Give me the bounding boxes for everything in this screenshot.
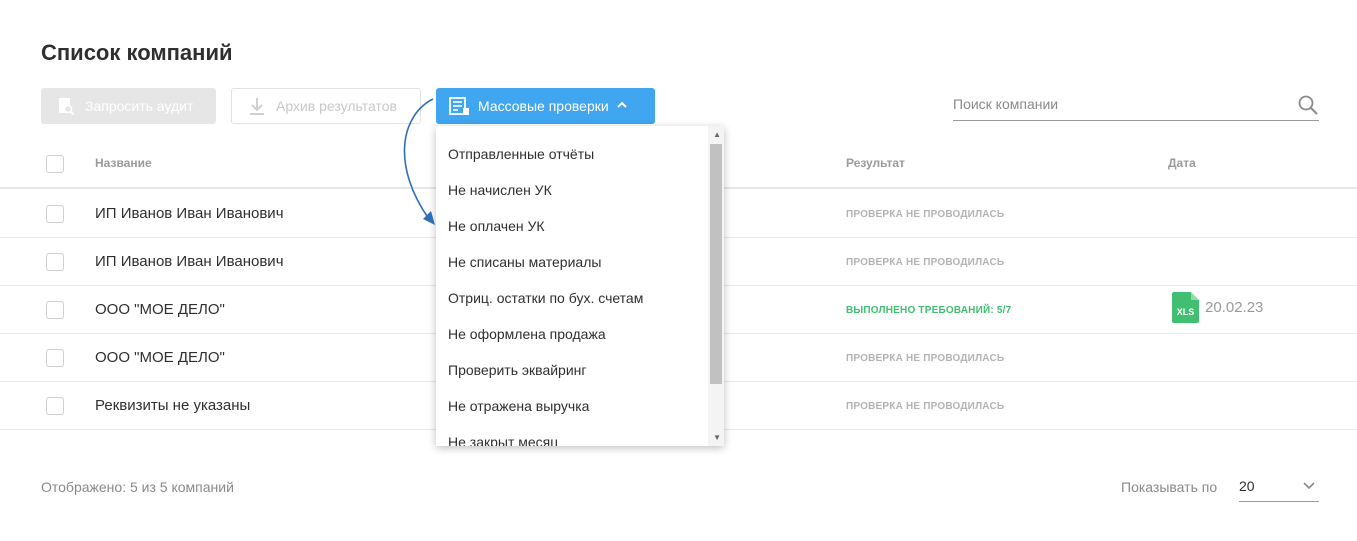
dropdown-item[interactable]: Не закрыт месяц: [448, 434, 558, 446]
scroll-down-icon[interactable]: ▼: [713, 433, 721, 442]
search-input[interactable]: [953, 96, 1283, 112]
result-date: XLS 20.02.23: [1172, 292, 1263, 323]
dropdown-item[interactable]: Не отражена выручка: [448, 398, 589, 414]
request-audit-label: Запросить аудит: [85, 98, 194, 114]
per-page-select[interactable]: 20: [1239, 470, 1319, 502]
download-icon: [246, 95, 268, 117]
request-audit-button[interactable]: Запросить аудит: [41, 88, 216, 124]
row-checkbox[interactable]: [46, 349, 64, 367]
row-checkbox[interactable]: [46, 301, 64, 319]
company-name[interactable]: ООО "МОЕ ДЕЛО": [95, 301, 225, 318]
result-status: ПРОВЕРКА НЕ ПРОВОДИЛАСЬ: [846, 401, 1005, 412]
dropdown-item[interactable]: Не начислен УК: [448, 182, 552, 198]
company-name[interactable]: Реквизиты не указаны: [95, 397, 250, 414]
search-icon[interactable]: [1297, 94, 1319, 116]
dropdown-item[interactable]: Не списаны материалы: [448, 254, 601, 270]
dropdown-item[interactable]: Не оформлена продажа: [448, 326, 606, 342]
result-status: ПРОВЕРКА НЕ ПРОВОДИЛАСЬ: [846, 353, 1005, 364]
company-search: [953, 88, 1319, 121]
search-document-icon: [55, 95, 77, 117]
result-status: ВЫПОЛНЕНО ТРЕБОВАНИЙ: 5/7: [846, 305, 1012, 316]
company-name[interactable]: ИП Иванов Иван Иванович: [95, 205, 284, 222]
scroll-up-icon[interactable]: ▲: [713, 130, 721, 139]
mass-checks-dropdown: Отправленные отчёты Не начислен УК Не оп…: [436, 126, 724, 446]
scrollbar-thumb[interactable]: [710, 144, 722, 384]
dropdown-scrollbar[interactable]: ▲ ▼: [708, 126, 724, 446]
archive-results-label: Архив результатов: [276, 98, 397, 114]
dropdown-item[interactable]: Отправленные отчёты: [448, 146, 594, 162]
select-all-checkbox[interactable]: [46, 155, 64, 173]
xls-file-icon[interactable]: XLS: [1172, 292, 1199, 323]
chevron-down-icon: [1303, 479, 1315, 493]
date-text: 20.02.23: [1205, 299, 1264, 316]
result-status: ПРОВЕРКА НЕ ПРОВОДИЛАСЬ: [846, 257, 1005, 268]
mass-checks-label: Массовые проверки: [478, 98, 609, 114]
column-header-result[interactable]: Результат: [846, 156, 905, 170]
chevron-up-icon: [616, 101, 627, 112]
companies-count: Отображено: 5 из 5 компаний: [41, 479, 234, 495]
mass-checks-button[interactable]: Массовые проверки: [436, 88, 655, 124]
column-header-name[interactable]: Название: [95, 156, 152, 170]
company-name[interactable]: ИП Иванов Иван Иванович: [95, 253, 284, 270]
page-title: Список компаний: [41, 40, 233, 65]
company-name[interactable]: ООО "МОЕ ДЕЛО": [95, 349, 225, 366]
archive-results-button[interactable]: Архив результатов: [231, 88, 421, 124]
result-status: ПРОВЕРКА НЕ ПРОВОДИЛАСЬ: [846, 209, 1005, 220]
row-checkbox[interactable]: [46, 205, 64, 223]
dropdown-item[interactable]: Не оплачен УК: [448, 218, 545, 234]
row-checkbox[interactable]: [46, 253, 64, 271]
dropdown-item[interactable]: Проверить эквайринг: [448, 362, 587, 378]
dropdown-item[interactable]: Отриц. остатки по бух. счетам: [448, 290, 643, 306]
column-header-date[interactable]: Дата: [1168, 156, 1196, 170]
per-page-value: 20: [1239, 477, 1255, 494]
pointer-arrow-icon: [403, 98, 435, 225]
checklist-icon: [448, 95, 470, 117]
per-page-label: Показывать по: [1121, 479, 1218, 495]
row-checkbox[interactable]: [46, 397, 64, 415]
